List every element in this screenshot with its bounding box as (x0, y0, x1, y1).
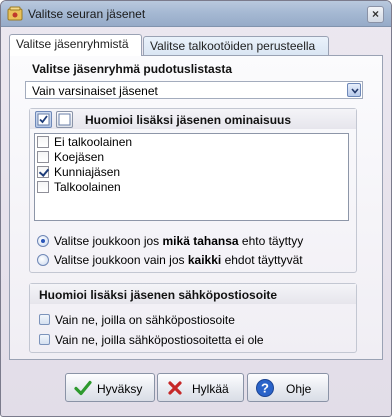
checkmark-icon (73, 378, 93, 398)
chevron-down-icon (351, 88, 359, 94)
check-all-icon (37, 113, 50, 126)
window-title: Valitse seuran jäsenet (28, 7, 146, 21)
title-bar[interactable]: Valitse seuran jäsenet × (1, 1, 391, 27)
reject-button[interactable]: Hylkää (157, 373, 244, 402)
help-label: Ohje (286, 382, 312, 396)
radio-text: Valitse joukkoon jos (54, 234, 163, 248)
close-button[interactable]: × (367, 6, 384, 23)
radio-any-label: Valitse joukkoon jos mikä tahansa ehto t… (54, 234, 303, 248)
reject-label: Hylkää (192, 382, 229, 396)
radio-text: ehdot täyttyvät (221, 253, 303, 267)
radio-all-label: Valitse joukkoon vain jos kaikki ehdot t… (54, 253, 303, 267)
dropdown-arrow-button[interactable] (347, 83, 361, 97)
close-icon: × (371, 7, 379, 21)
property-label: Ei talkoolainen (54, 135, 133, 149)
property-checkbox[interactable] (37, 166, 49, 178)
properties-heading: Huomioi lisäksi jäsenen ominaisuus (85, 113, 292, 127)
cross-icon (165, 378, 185, 398)
radio-button[interactable] (37, 235, 49, 247)
properties-list[interactable]: Ei talkoolainen Koejäsen Kunniajäsen Tal… (34, 133, 349, 221)
tab-talkoo-basis[interactable]: Valitse talkootöiden perusteella (143, 36, 329, 57)
radio-text: ehto täyttyy (238, 234, 304, 248)
uncheck-all-icon (58, 113, 71, 126)
email-none-label: Vain ne, joilla sähköpostiosoitetta ei o… (55, 333, 264, 347)
email-has-checkbox[interactable] (39, 314, 50, 325)
app-icon (7, 6, 23, 22)
property-checkbox[interactable] (37, 181, 49, 193)
help-icon: ? (255, 378, 275, 398)
accept-button[interactable]: Hyväksy (65, 373, 155, 402)
clear-all-button[interactable] (56, 111, 73, 128)
property-label: Kunniajäsen (54, 165, 121, 179)
property-checkbox[interactable] (37, 151, 49, 163)
email-none-checkbox[interactable] (39, 334, 50, 345)
help-button[interactable]: ? Ohje (247, 373, 329, 402)
radio-bold-text: mikä tahansa (162, 234, 239, 248)
accept-label: Hyväksy (97, 382, 143, 396)
email-heading: Huomioi lisäksi jäsenen sähköpostiosoite (39, 288, 278, 302)
radio-text: Valitse joukkoon vain jos (54, 253, 188, 267)
radio-bold-text: kaikki (187, 253, 222, 267)
radio-button[interactable] (37, 254, 49, 266)
member-group-heading: Valitse jäsenryhmä pudotuslistasta (32, 62, 233, 76)
svg-text:?: ? (261, 381, 269, 396)
select-all-button[interactable] (35, 111, 52, 128)
property-label: Koejäsen (54, 150, 105, 164)
tab-label: Valitse talkootöiden perusteella (150, 39, 316, 53)
tab-label: Valitse jäsenryhmistä (16, 37, 129, 51)
tab-member-groups[interactable]: Valitse jäsenryhmistä (9, 34, 142, 56)
email-has-label: Vain ne, joilla on sähköpostiosoite (55, 313, 235, 327)
member-group-select[interactable]: Vain varsinaiset jäsenet (25, 81, 363, 99)
dialog-window: Valitse seuran jäsenet × Valitse jäsenry… (0, 0, 392, 417)
property-checkbox[interactable] (37, 136, 49, 148)
member-group-selected-value: Vain varsinaiset jäsenet (32, 84, 158, 98)
property-label: Talkoolainen (54, 180, 121, 194)
